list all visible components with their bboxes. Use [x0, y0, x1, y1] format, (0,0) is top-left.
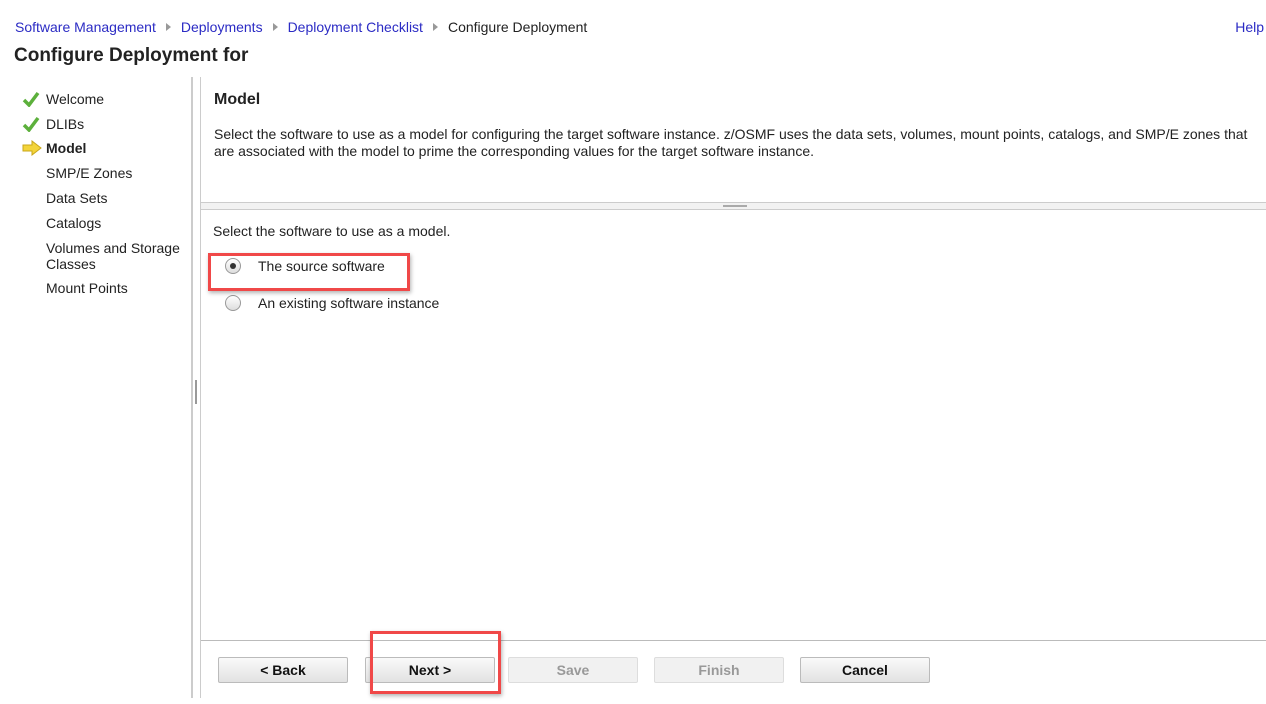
- nav-item-mount-points[interactable]: Mount Points: [46, 280, 191, 296]
- footer-divider: [201, 640, 1266, 641]
- nav-item-catalogs[interactable]: Catalogs: [46, 215, 191, 231]
- main-panel: Model Select the software to use as a mo…: [200, 77, 1266, 698]
- nav-item-model[interactable]: Model: [22, 140, 191, 156]
- chevron-right-icon: [432, 23, 438, 31]
- save-button[interactable]: Save: [508, 657, 638, 683]
- checkmark-icon: [22, 116, 40, 132]
- radio-existing-instance[interactable]: An existing software instance: [225, 295, 439, 311]
- nav-item-welcome[interactable]: Welcome: [22, 91, 191, 107]
- radio-unselected-icon[interactable]: [225, 295, 241, 311]
- nav-item-smpe-zones[interactable]: SMP/E Zones: [46, 165, 191, 181]
- cancel-button[interactable]: Cancel: [800, 657, 930, 683]
- chevron-right-icon: [272, 23, 278, 31]
- grip-icon: [723, 205, 747, 207]
- model-prompt: Select the software to use as a model.: [213, 223, 451, 239]
- finish-button[interactable]: Finish: [654, 657, 784, 683]
- breadcrumb-software-management[interactable]: Software Management: [15, 19, 156, 35]
- back-button[interactable]: < Back: [218, 657, 348, 683]
- breadcrumb: Software Management Deployments Deployme…: [15, 19, 587, 35]
- section-heading: Model: [214, 91, 261, 108]
- nav-item-data-sets[interactable]: Data Sets: [46, 190, 191, 206]
- page-title: Configure Deployment for: [14, 45, 249, 66]
- breadcrumb-deployments[interactable]: Deployments: [181, 19, 263, 35]
- checkmark-icon: [22, 91, 40, 107]
- breadcrumb-deployment-checklist[interactable]: Deployment Checklist: [288, 19, 423, 35]
- chevron-right-icon: [165, 23, 171, 31]
- help-link[interactable]: Help: [1235, 19, 1264, 35]
- nav-item-dlibs[interactable]: DLIBs: [22, 116, 191, 132]
- highlight-box: [370, 631, 501, 694]
- horizontal-splitter[interactable]: [201, 202, 1266, 210]
- step-navigation: Welcome DLIBs Model SMP/E Zones Data Set…: [0, 77, 193, 698]
- highlight-box: [208, 253, 410, 291]
- section-description: Select the software to use as a model fo…: [214, 126, 1248, 159]
- nav-item-volumes[interactable]: Volumes and Storage Classes: [46, 240, 191, 272]
- vertical-splitter-handle[interactable]: [195, 380, 197, 404]
- breadcrumb-current: Configure Deployment: [447, 19, 588, 35]
- arrow-right-icon: [22, 140, 42, 156]
